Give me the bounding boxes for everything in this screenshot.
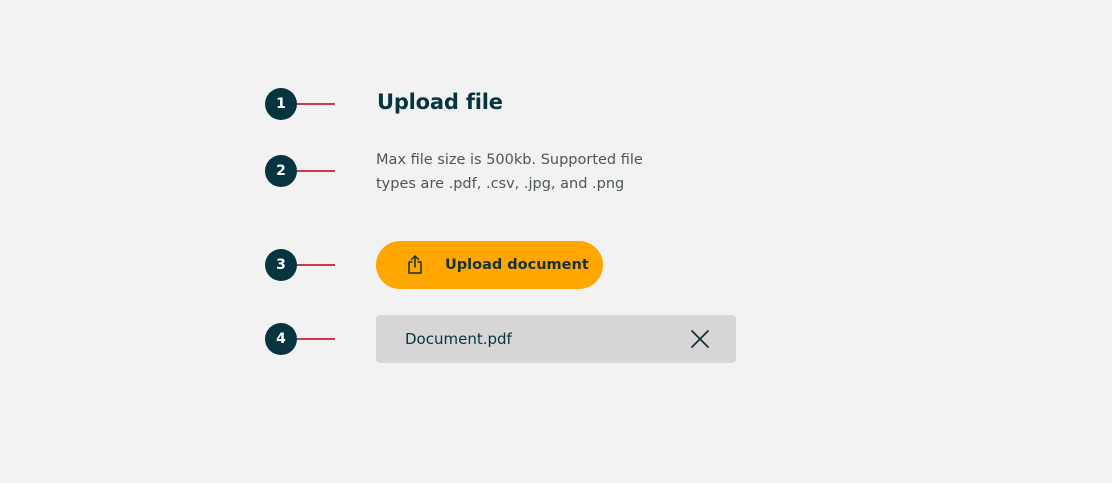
annotation-marker-2: 2	[265, 155, 297, 187]
annotation-marker-4: 4	[265, 323, 297, 355]
annotation-marker-3: 3	[265, 249, 297, 281]
uploaded-file-item: Document.pdf	[376, 315, 736, 363]
upload-title: Upload file	[377, 90, 503, 114]
close-icon[interactable]	[688, 327, 712, 351]
annotation-leader-1	[297, 103, 335, 105]
upload-document-button[interactable]: Upload document	[376, 241, 603, 289]
upload-share-icon	[405, 255, 425, 275]
annotation-leader-2	[297, 170, 335, 172]
upload-document-label: Upload document	[445, 257, 589, 273]
annotation-leader-3	[297, 264, 335, 266]
annotation-leader-4	[297, 338, 335, 340]
annotation-marker-1: 1	[265, 88, 297, 120]
upload-description: Max file size is 500kb. Supported file t…	[376, 152, 643, 192]
uploaded-file-name: Document.pdf	[405, 330, 512, 348]
